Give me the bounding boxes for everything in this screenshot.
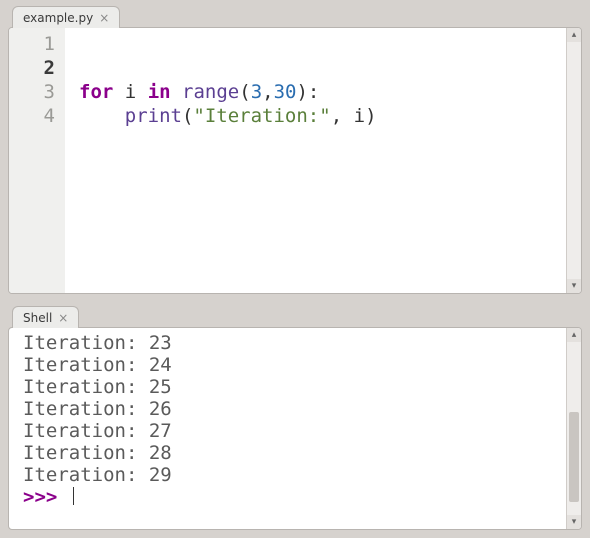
scroll-up-icon[interactable]: ▴ <box>567 328 581 342</box>
tab-example-py[interactable]: example.py × <box>12 6 120 28</box>
shell-line: Iteration: 25 <box>23 376 562 398</box>
editor-pane: example.py × 1 2 3 4 for i in range(3,30… <box>8 4 582 294</box>
string-literal: "Iteration:" <box>193 105 330 127</box>
line-number: 3 <box>9 80 55 104</box>
paren: ( <box>182 105 193 127</box>
identifier: i <box>354 105 365 127</box>
shell-prompt-line: >>> <box>23 486 562 508</box>
code-line <box>79 56 562 80</box>
shell-line: Iteration: 24 <box>23 354 562 376</box>
keyword-in: in <box>148 81 171 103</box>
shell-line: Iteration: 23 <box>23 332 562 354</box>
cursor-icon <box>73 487 74 505</box>
keyword-for: for <box>79 81 113 103</box>
scroll-down-icon[interactable]: ▾ <box>567 515 581 529</box>
paren: ): <box>296 81 319 103</box>
identifier: i <box>125 81 136 103</box>
builtin-print: print <box>125 105 182 127</box>
editor-tabs: example.py × <box>8 4 582 28</box>
paren: ) <box>365 105 376 127</box>
scroll-up-icon[interactable]: ▴ <box>567 28 581 42</box>
line-number: 4 <box>9 104 55 128</box>
comma: , <box>262 81 273 103</box>
code-editor[interactable]: for i in range(3,30): print("Iteration:"… <box>65 28 566 293</box>
code-line: for i in range(3,30): <box>79 80 562 104</box>
editor-scrollbar[interactable]: ▴ ▾ <box>566 28 581 293</box>
shell-line: Iteration: 27 <box>23 420 562 442</box>
close-icon[interactable]: × <box>58 312 68 324</box>
line-number-gutter: 1 2 3 4 <box>9 28 65 293</box>
comma: , <box>331 105 342 127</box>
shell-line: Iteration: 26 <box>23 398 562 420</box>
number: 3 <box>251 81 262 103</box>
close-icon[interactable]: × <box>99 12 109 24</box>
line-number: 1 <box>9 32 55 56</box>
builtin-range: range <box>182 81 239 103</box>
shell-pane: Shell × Iteration: 23Iteration: 24Iterat… <box>8 304 582 530</box>
number: 30 <box>274 81 297 103</box>
shell-line: Iteration: 28 <box>23 442 562 464</box>
shell-panel: Iteration: 23Iteration: 24Iteration: 25I… <box>8 327 582 530</box>
paren: ( <box>239 81 250 103</box>
scroll-thumb[interactable] <box>569 412 579 502</box>
scroll-down-icon[interactable]: ▾ <box>567 279 581 293</box>
shell-scrollbar[interactable]: ▴ ▾ <box>566 328 581 529</box>
shell-output[interactable]: Iteration: 23Iteration: 24Iteration: 25I… <box>9 328 566 529</box>
line-number: 2 <box>9 56 55 80</box>
editor-panel: 1 2 3 4 for i in range(3,30): print("Ite… <box>8 27 582 294</box>
tab-shell[interactable]: Shell × <box>12 306 79 328</box>
tab-label: Shell <box>23 311 52 325</box>
shell-tabs: Shell × <box>8 304 582 328</box>
shell-line: Iteration: 29 <box>23 464 562 486</box>
code-line <box>79 32 562 56</box>
prompt: >>> <box>23 486 69 508</box>
tab-label: example.py <box>23 11 93 25</box>
code-line: print("Iteration:", i) <box>79 104 562 128</box>
